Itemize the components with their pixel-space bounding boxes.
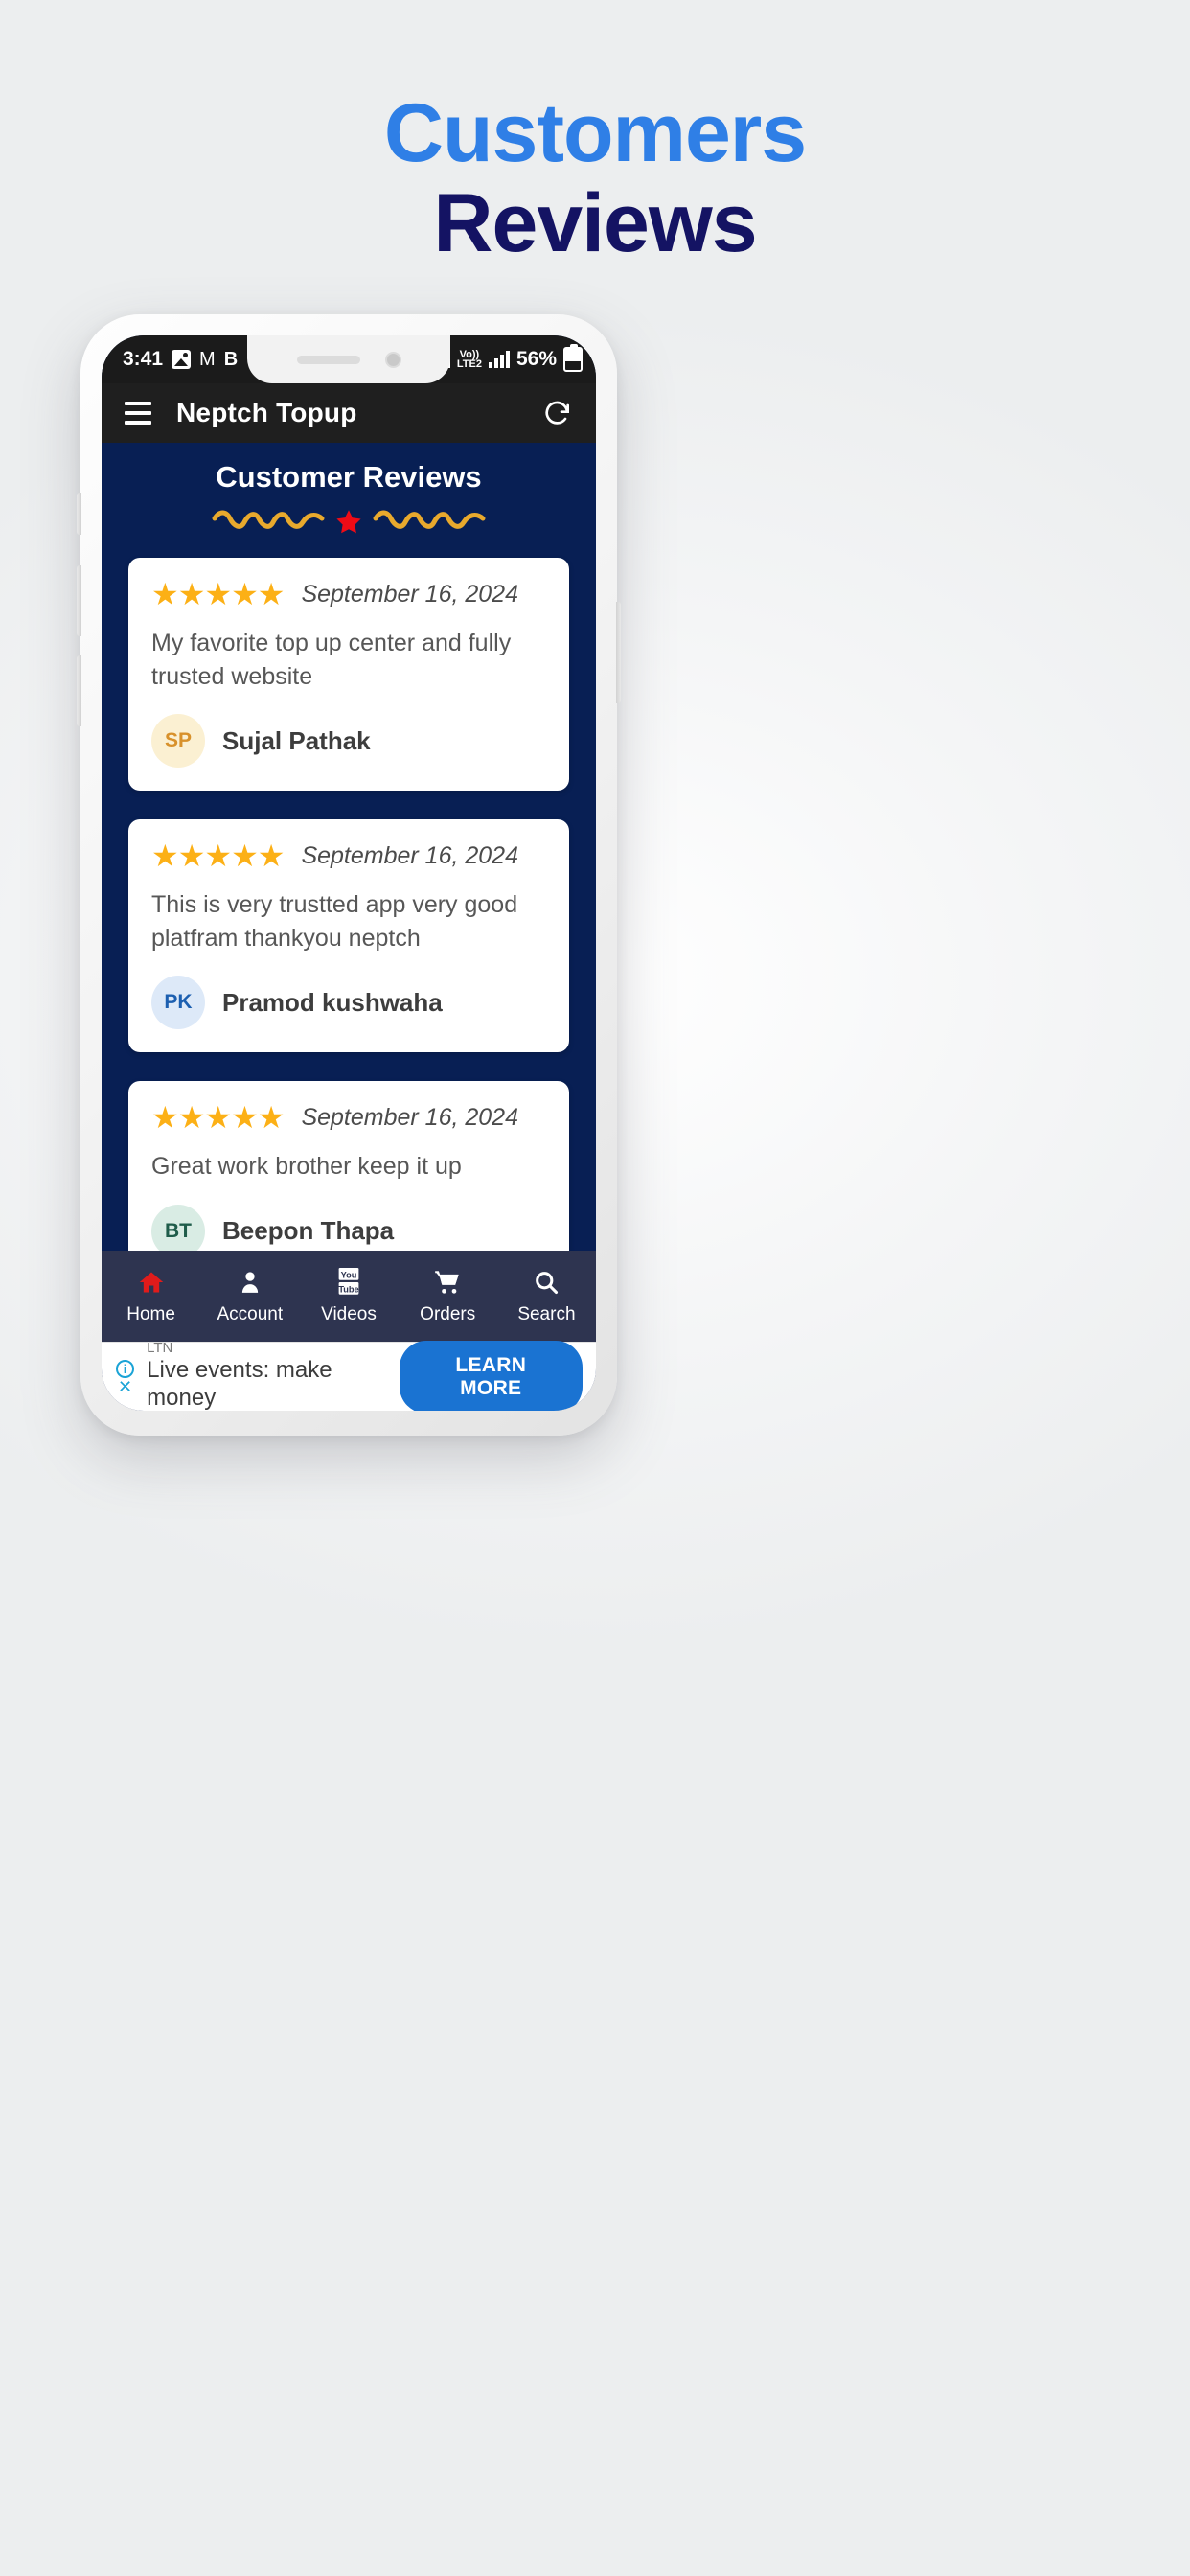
review-card-header: ★★★★★ September 16, 2024 — [151, 840, 546, 871]
phone-power-button — [616, 602, 621, 703]
ad-text: Live events: make money — [147, 1356, 332, 1411]
nav-label-videos: Videos — [321, 1304, 377, 1324]
review-author-name: Pramod kushwaha — [222, 987, 443, 1017]
star-rating-icon: ★★★★★ — [151, 839, 285, 873]
battery-percent: 56% — [515, 348, 557, 370]
ad-banner: i ✕ LTN Live events: make money LEARN MO… — [102, 1340, 596, 1411]
avatar: SP — [151, 714, 205, 768]
battery-icon — [563, 344, 583, 372]
section-title: Customer Reviews — [216, 460, 482, 494]
phone-volume-up-button — [77, 565, 81, 636]
phone-mute-button — [77, 493, 81, 535]
app-bar: Neptch Topup — [102, 383, 596, 443]
status-bar-time: 3:41 — [123, 348, 164, 370]
nav-item-orders[interactable]: Orders — [399, 1267, 497, 1325]
red-star-icon — [336, 510, 361, 534]
info-icon[interactable]: i — [116, 1360, 135, 1378]
nav-label-orders: Orders — [420, 1304, 476, 1324]
phone-mockup: 3:41 M B Vo)) LTE2 56% Neptch Topup Cust… — [77, 314, 621, 1436]
review-text: My favorite top up center and fully trus… — [151, 630, 512, 690]
earpiece-speaker — [296, 355, 360, 364]
gmail-icon: M — [199, 348, 216, 370]
photos-icon — [172, 350, 192, 369]
bottom-navigation-bar: Home Account You Tube Videos Orders Sear… — [102, 1251, 596, 1342]
nav-item-home[interactable]: Home — [102, 1267, 200, 1325]
review-card-header: ★★★★★ September 16, 2024 — [151, 1102, 546, 1133]
front-camera — [384, 351, 401, 368]
review-card-header: ★★★★★ September 16, 2024 — [151, 579, 546, 610]
review-author-name: Sujal Pathak — [222, 725, 371, 755]
star-rating-icon: ★★★★★ — [151, 577, 285, 611]
page-title: Customers Reviews — [0, 87, 1190, 269]
app-bar-title: Neptch Topup — [176, 398, 357, 427]
b-app-icon: B — [223, 348, 239, 370]
review-card[interactable]: ★★★★★ September 16, 2024 My favorite top… — [128, 558, 569, 791]
review-text: This is very trustted app very good plat… — [151, 891, 518, 952]
review-date: September 16, 2024 — [301, 580, 518, 608]
status-bar: 3:41 M B Vo)) LTE2 56% — [102, 335, 596, 383]
cart-icon — [433, 1267, 462, 1298]
signal-bars-sim2-icon — [488, 351, 510, 368]
search-icon — [533, 1267, 560, 1298]
avatar: BT — [151, 1204, 205, 1251]
nav-label-home: Home — [126, 1304, 175, 1324]
home-icon — [137, 1267, 166, 1298]
avatar: PK — [151, 976, 205, 1029]
phone-notch — [247, 335, 450, 383]
review-card[interactable]: ★★★★★ September 16, 2024 This is very tr… — [128, 819, 569, 1052]
review-date: September 16, 2024 — [301, 841, 518, 869]
review-date: September 16, 2024 — [301, 1103, 518, 1131]
learn-more-button[interactable]: LEARN MORE — [399, 1340, 583, 1411]
youtube-icon: You Tube — [335, 1267, 362, 1298]
review-author-name: Beepon Thapa — [222, 1216, 395, 1245]
nav-item-videos[interactable]: You Tube Videos — [299, 1267, 398, 1325]
close-icon[interactable]: ✕ — [118, 1378, 132, 1395]
phone-volume-down-button — [77, 656, 81, 726]
nav-item-account[interactable]: Account — [200, 1267, 299, 1325]
review-author: PK Pramod kushwaha — [151, 976, 546, 1029]
reviews-content: Customer Reviews ★★★★★ September 16, 202… — [102, 443, 596, 1251]
svg-text:Tube: Tube — [338, 1284, 358, 1294]
page-title-line-2: Reviews — [433, 176, 757, 269]
svg-text:You: You — [341, 1270, 357, 1279]
person-icon — [238, 1267, 263, 1298]
review-card[interactable]: ★★★★★ September 16, 2024 Great work brot… — [128, 1081, 569, 1251]
nav-label-search: Search — [517, 1304, 576, 1324]
nav-label-account: Account — [217, 1304, 284, 1324]
star-rating-icon: ★★★★★ — [151, 1100, 285, 1135]
hamburger-icon[interactable] — [125, 402, 151, 425]
volte-icon: Vo)) LTE2 — [456, 349, 482, 370]
review-author: BT Beepon Thapa — [151, 1204, 546, 1251]
phone-screen: 3:41 M B Vo)) LTE2 56% Neptch Topup Cust… — [102, 335, 596, 1411]
refresh-icon[interactable] — [542, 398, 573, 428]
review-text: Great work brother keep it up — [151, 1153, 462, 1180]
review-author: SP Sujal Pathak — [151, 714, 546, 768]
nav-item-search[interactable]: Search — [497, 1267, 596, 1325]
wavy-divider-icon — [128, 494, 569, 558]
ad-source: LTN — [147, 1340, 173, 1357]
page-title-line-1: Customers — [383, 87, 807, 179]
